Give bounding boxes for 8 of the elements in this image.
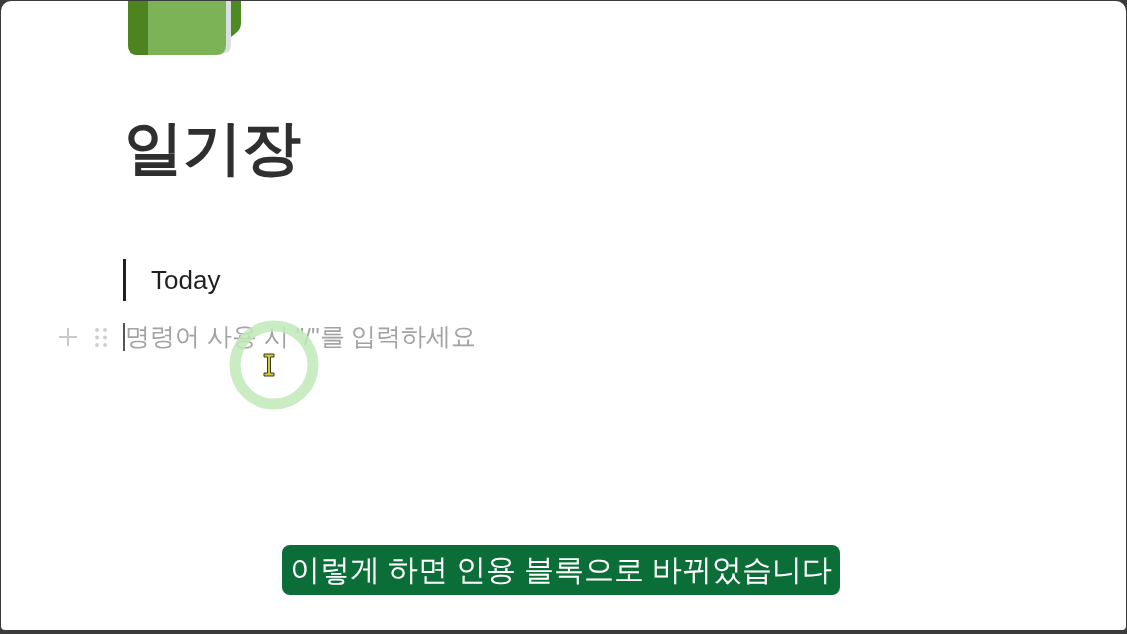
page-title: 일기장 xyxy=(124,114,301,183)
quote-bar xyxy=(123,259,126,301)
drag-handle-icon[interactable] xyxy=(95,327,107,347)
subtitle-caption: 이렇게 하면 인용 블록으로 바뀌었습니다 xyxy=(281,545,841,595)
add-block-icon[interactable] xyxy=(59,328,77,346)
text-cursor-icon xyxy=(263,353,275,377)
quote-text: Today xyxy=(151,264,221,297)
book-icon xyxy=(128,1,241,55)
